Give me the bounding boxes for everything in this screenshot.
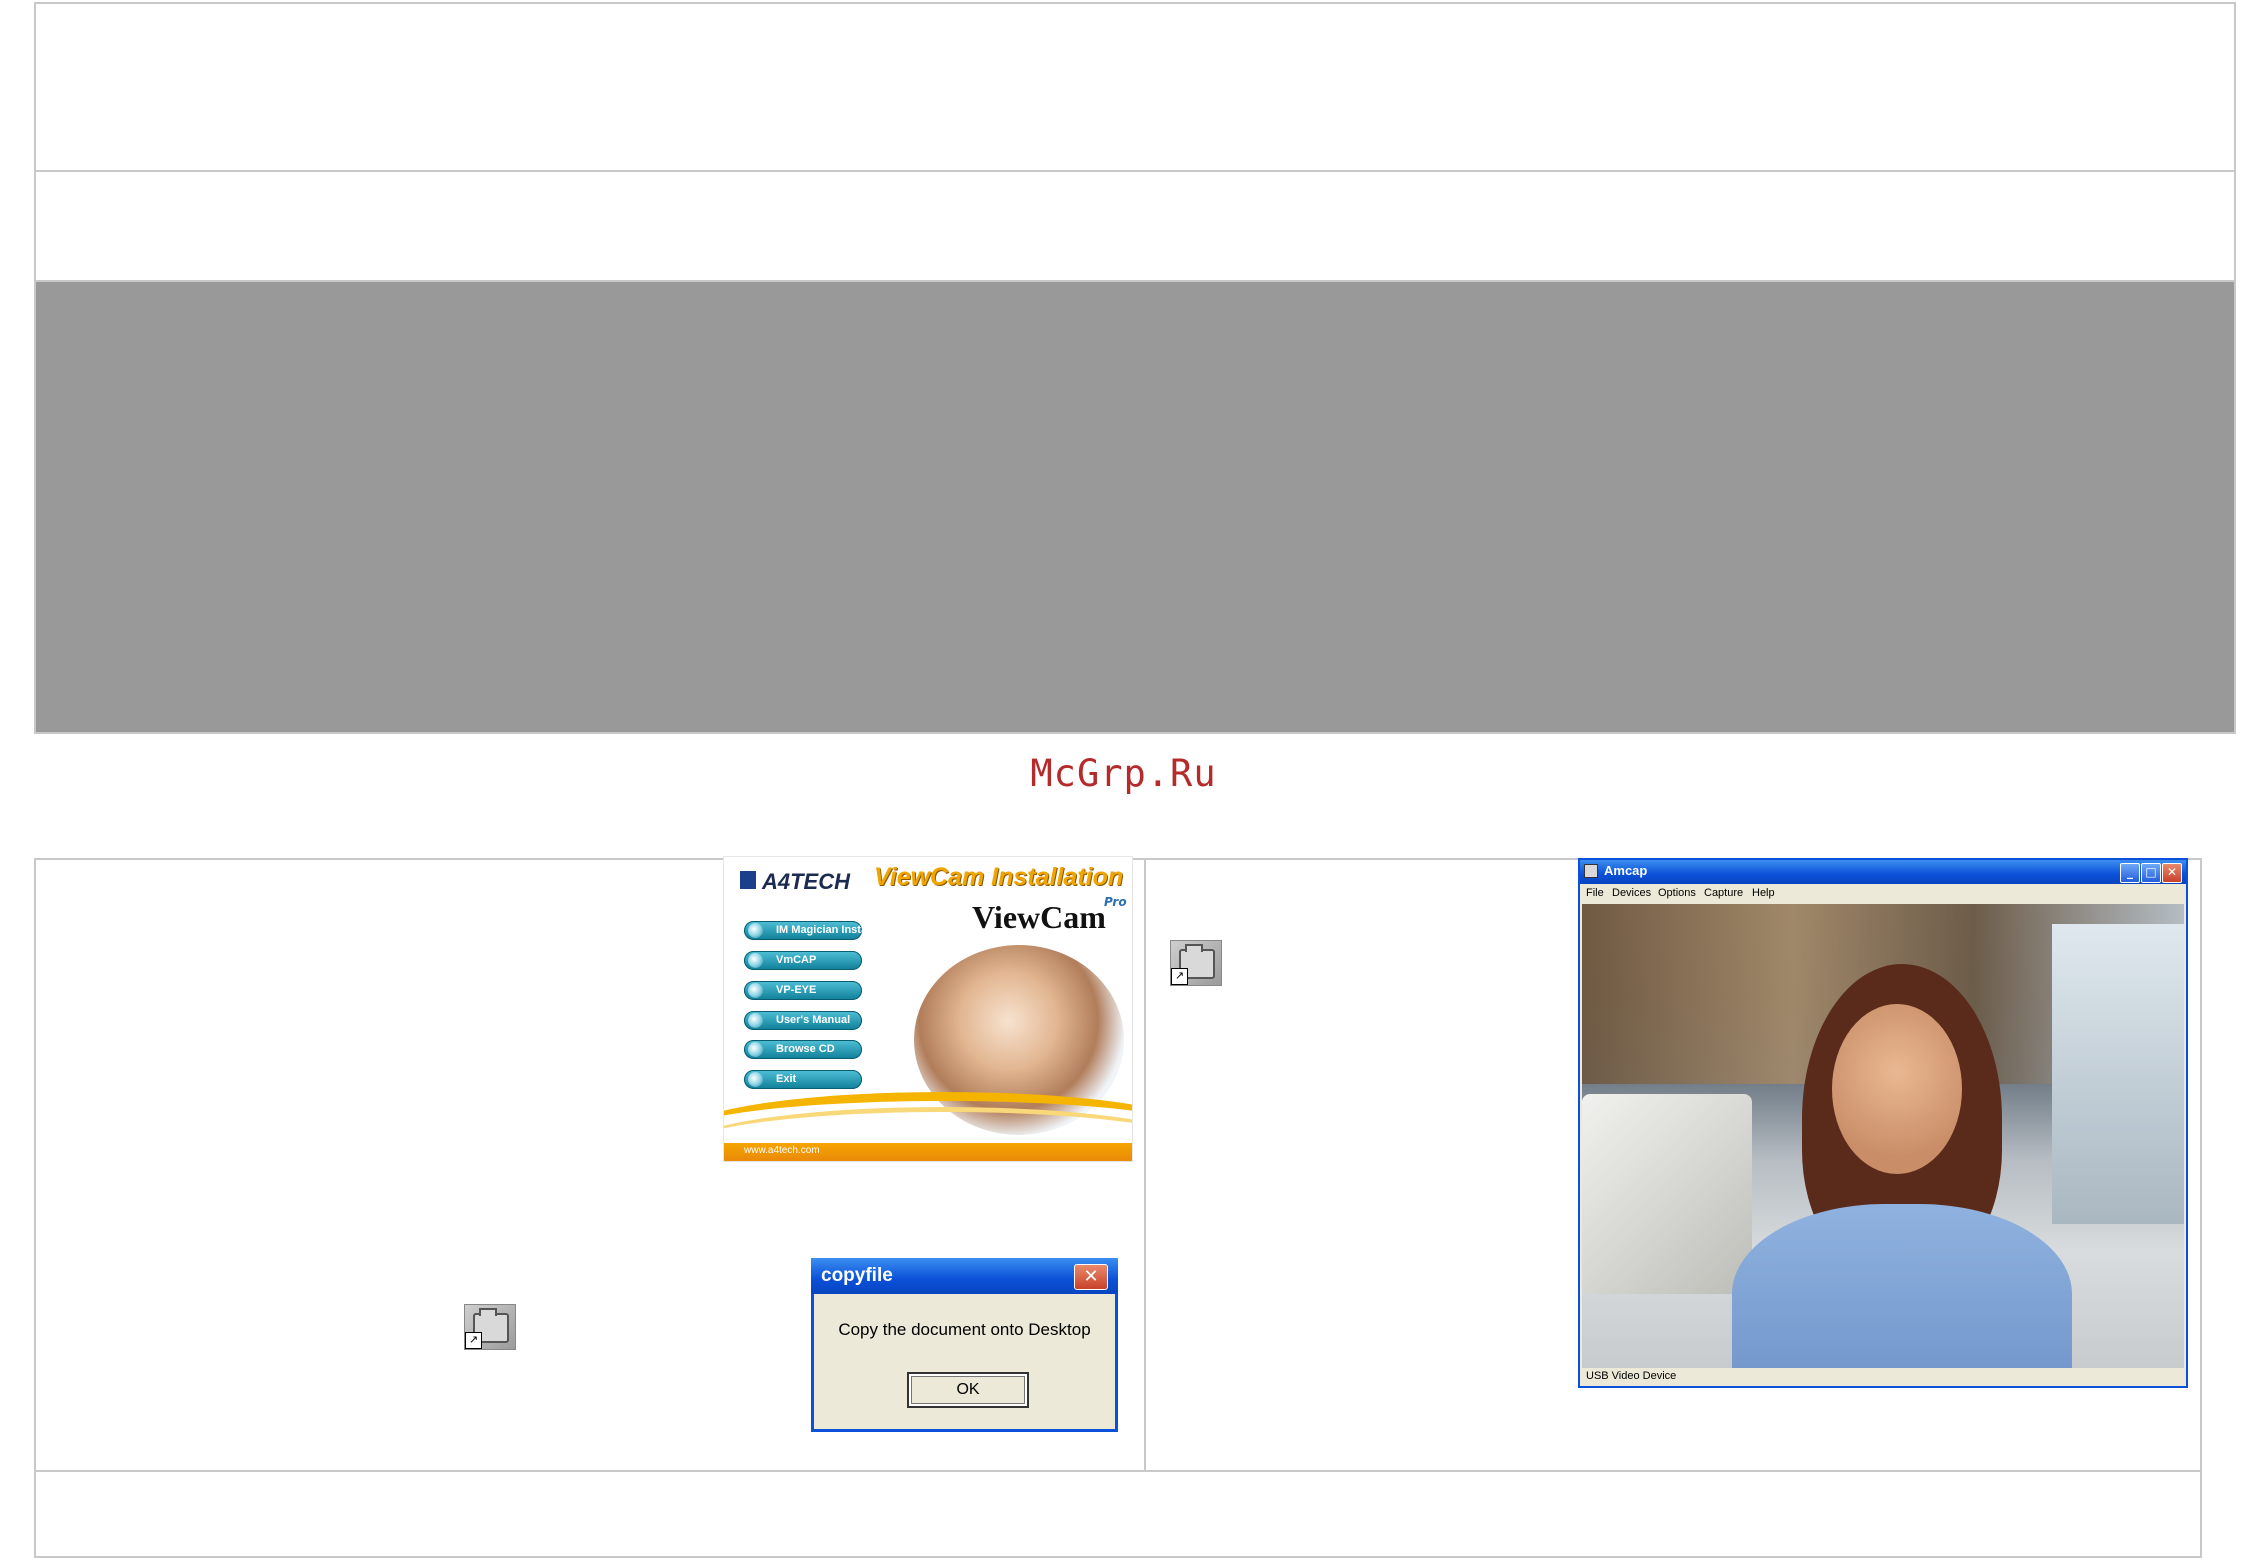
office-window <box>2052 924 2184 1224</box>
camera-shortcut-icon[interactable]: ↗ <box>1170 940 1222 986</box>
ok-button[interactable]: OK <box>907 1372 1029 1408</box>
person-shirt <box>1732 1204 2072 1368</box>
menu-users-manual-button[interactable]: User's Manual <box>744 1011 862 1030</box>
row-divider <box>34 1470 2202 1472</box>
crt-monitor <box>1582 1094 1752 1294</box>
grey-band <box>36 282 2234 732</box>
maximize-icon[interactable]: □ <box>2141 863 2161 883</box>
amcap-window: Amcap _ □ ✕ File Devices Options Capture… <box>1578 858 2188 1388</box>
bullet-icon <box>748 953 763 968</box>
menu-browse-cd-button[interactable]: Browse CD <box>744 1040 862 1059</box>
watermark: McGrp.Ru <box>1030 752 1217 795</box>
bullet-icon <box>748 1072 763 1087</box>
viewcam-logo: ViewCam <box>972 899 1106 935</box>
close-icon[interactable]: ✕ <box>2162 863 2182 883</box>
menu-exit-button[interactable]: Exit <box>744 1070 862 1089</box>
menu-vmcap-button[interactable]: VmCAP <box>744 951 862 970</box>
menu-file[interactable]: File <box>1586 887 1604 899</box>
shortcut-arrow-icon: ↗ <box>465 1332 482 1349</box>
status-bar: USB Video Device <box>1586 1370 1677 1382</box>
installer-title: ViewCam Installation <box>874 863 1124 891</box>
bullet-icon <box>748 1013 763 1028</box>
menu-capture[interactable]: Capture <box>1704 887 1743 899</box>
app-icon <box>1584 864 1598 878</box>
minimize-icon[interactable]: _ <box>2120 863 2140 883</box>
bullet-icon <box>748 923 763 938</box>
viewcam-installer-window: A4TECH ViewCam Installation ViewCam Pro … <box>723 856 1133 1162</box>
menu-help[interactable]: Help <box>1752 887 1775 899</box>
divider <box>34 170 2236 172</box>
close-icon[interactable]: ✕ <box>1074 1264 1108 1290</box>
menu-devices[interactable]: Devices <box>1612 887 1651 899</box>
video-preview <box>1582 904 2184 1368</box>
dialog-titlebar: copyfile ✕ <box>811 1258 1118 1294</box>
menu-bar: File Devices Options Capture Help <box>1580 884 2186 904</box>
menu-options[interactable]: Options <box>1658 887 1696 899</box>
window-title: Amcap <box>1604 863 1648 878</box>
installer-url: www.a4tech.com <box>744 1145 820 1156</box>
person-face <box>1832 1004 1962 1174</box>
menu-im-magician-install-button[interactable]: IM Magician Install <box>744 921 873 940</box>
menu-vp-eye-button[interactable]: VP-EYE <box>744 981 862 1000</box>
amcap-titlebar: Amcap _ □ ✕ <box>1580 860 2186 884</box>
brand-logo: A4TECH <box>762 869 851 894</box>
column-divider <box>1144 858 1146 1472</box>
dialog-message: Copy the document onto Desktop <box>838 1320 1091 1339</box>
a4tech-logo-icon <box>740 871 756 889</box>
viewcam-pro-label: Pro <box>1104 895 1127 909</box>
dialog-title: copyfile <box>821 1265 893 1286</box>
bullet-icon <box>748 983 763 998</box>
camera-shortcut-icon[interactable]: ↗ <box>464 1304 516 1350</box>
bullet-icon <box>748 1042 763 1057</box>
shortcut-arrow-icon: ↗ <box>1171 968 1188 985</box>
